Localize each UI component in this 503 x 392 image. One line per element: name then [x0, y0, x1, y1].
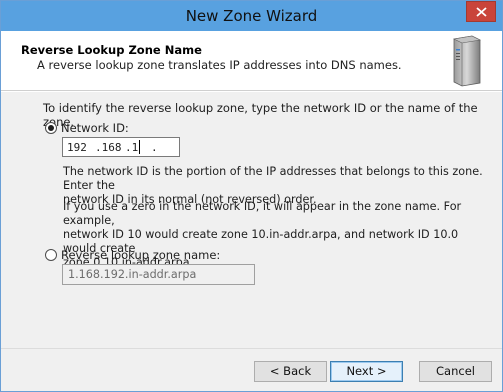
cancel-button[interactable]: Cancel: [419, 361, 492, 382]
text-caret: [139, 140, 140, 154]
close-icon: [476, 7, 487, 17]
network-id-radio-row[interactable]: Network ID:: [45, 121, 129, 135]
octet-4[interactable]: .: [151, 141, 158, 154]
window-title: New Zone Wizard: [185, 7, 318, 25]
page-subtitle: A reverse lookup zone translates IP addr…: [37, 58, 402, 72]
octet-1[interactable]: 192: [67, 141, 87, 154]
next-button[interactable]: Next >: [330, 361, 403, 382]
network-id-label: Network ID:: [61, 121, 129, 135]
description-line: The network ID is the portion of the IP …: [63, 165, 483, 192]
server-icon: [453, 35, 481, 87]
wizard-body: To identify the reverse lookup zone, typ…: [1, 92, 502, 348]
reverse-zone-radio-row[interactable]: Reverse lookup zone name:: [45, 248, 220, 262]
reverse-zone-label: Reverse lookup zone name:: [61, 248, 221, 262]
new-zone-wizard-window: New Zone Wizard Reverse Lookup Zone Name…: [0, 0, 503, 392]
page-title: Reverse Lookup Zone Name: [21, 43, 202, 57]
reverse-zone-input[interactable]: 1.168.192.in-addr.arpa: [62, 264, 255, 285]
octet-2[interactable]: .168: [95, 141, 122, 154]
network-id-radio[interactable]: [45, 122, 57, 134]
network-id-input[interactable]: 192 .168 .1 .: [62, 137, 180, 157]
close-button[interactable]: [466, 1, 496, 22]
octet-3[interactable]: .1: [125, 141, 138, 154]
note-line: If you use a zero in the network ID, it …: [63, 200, 462, 227]
back-button[interactable]: < Back: [254, 361, 327, 382]
wizard-header: Reverse Lookup Zone Name A reverse looku…: [1, 31, 502, 91]
title-bar[interactable]: New Zone Wizard: [1, 1, 502, 31]
wizard-footer: < Back Next > Cancel: [1, 348, 502, 391]
reverse-zone-radio[interactable]: [45, 249, 57, 261]
